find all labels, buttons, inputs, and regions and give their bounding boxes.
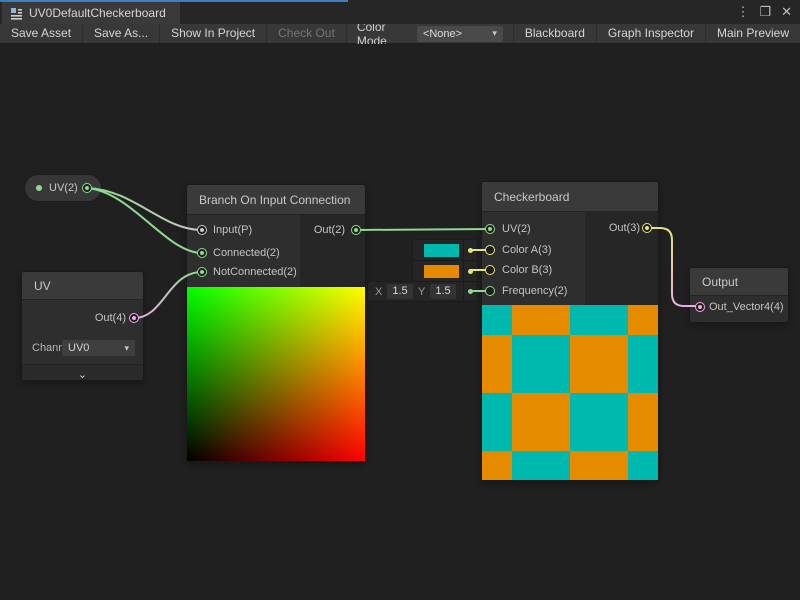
port-branch-connected[interactable] (197, 248, 207, 258)
color-a-field[interactable] (413, 240, 463, 261)
tab-bar: UV0DefaultCheckerboard ⋮ ❐ ✕ (0, 0, 800, 24)
edge-uvpill-to-connected (87, 188, 202, 253)
graph-canvas[interactable]: UV(2) Branch On Input Connection Input(P… (0, 44, 800, 600)
checkerboard-preview (482, 305, 658, 480)
port-label-color-a: Color A(3) (502, 243, 552, 257)
node-title: Output (702, 275, 738, 289)
chevron-down-icon: ▾ (492, 28, 497, 39)
port-uv-out4[interactable] (129, 313, 139, 323)
port-label-frequency: Frequency(2) (502, 284, 567, 298)
blackboard-toggle-button[interactable]: Blackboard (513, 24, 596, 43)
collapse-footer[interactable]: ⌄ (22, 364, 143, 380)
node-title: UV (34, 279, 51, 293)
window-menu-icon[interactable]: ⋮ (736, 0, 749, 24)
port-branch-notconnected[interactable] (197, 267, 207, 277)
node-branch-on-input-connection[interactable]: Branch On Input Connection Input(P) Conn… (187, 185, 365, 461)
port-checkerboard-uv2[interactable] (485, 224, 495, 234)
shadergraph-asset-icon (10, 7, 23, 20)
x-axis-label: X (375, 286, 382, 298)
window-maximize-icon[interactable]: ❐ (759, 0, 771, 24)
check-out-button: Check Out (267, 24, 347, 43)
show-in-project-button[interactable]: Show In Project (160, 24, 267, 43)
y-axis-label: Y (418, 286, 425, 298)
port-label-color-b: Color B(3) (502, 263, 552, 277)
node-title: Branch On Input Connection (199, 193, 350, 207)
node-checkerboard[interactable]: Checkerboard UV(2) Color A(3) Color B(3)… (482, 182, 658, 480)
save-asset-button[interactable]: Save Asset (0, 24, 83, 43)
chevron-down-icon: ⌄ (78, 369, 87, 381)
graph-toolbar: Save Asset Save As... Show In Project Ch… (0, 24, 800, 44)
edge-out2-to-uv2 (356, 229, 490, 230)
node-title-bar[interactable]: Branch On Input Connection (187, 185, 365, 215)
pill-label: UV(2) (49, 175, 78, 201)
node-title-bar[interactable]: UV (22, 272, 143, 300)
port-label-out4: Out(4) (95, 311, 126, 325)
port-checkerboard-color-b[interactable] (485, 265, 495, 275)
port-branch-input-p[interactable] (197, 225, 207, 235)
frequency-stub-port (464, 282, 477, 301)
frequency-y-input[interactable]: 1.5 (430, 284, 456, 299)
tab-uv0defaultcheckerboard[interactable]: UV0DefaultCheckerboard (2, 2, 180, 24)
chevron-down-icon: ▾ (124, 343, 129, 354)
port-branch-out2[interactable] (351, 225, 361, 235)
port-label-out-vector4: Out_Vector4(4) (709, 300, 784, 314)
node-output[interactable]: Output Out_Vector4(4) (690, 268, 788, 322)
node-title-bar[interactable]: Output (690, 268, 788, 296)
color-a-stub-port (464, 240, 477, 261)
port-label-notconnected: NotConnected(2) (213, 265, 297, 279)
color-a-swatch[interactable] (424, 244, 459, 257)
node-title-bar[interactable]: Checkerboard (482, 182, 658, 212)
frequency-field: X 1.5 Y 1.5 (368, 282, 463, 301)
shader-graph-window: UV0DefaultCheckerboard ⋮ ❐ ✕ Save Asset … (0, 0, 800, 600)
edge-uvpill-to-input (87, 188, 202, 230)
preview-dot-icon (36, 185, 42, 191)
color-b-stub-port (464, 261, 477, 282)
port-uvpill-out[interactable] (82, 183, 92, 193)
port-checkerboard-out3[interactable] (642, 223, 652, 233)
color-mode-dropdown[interactable]: <None> ▾ (417, 26, 503, 42)
channel-value: UV0 (68, 342, 124, 354)
node-title: Checkerboard (494, 190, 569, 204)
port-output-out-vector4[interactable] (695, 302, 705, 312)
port-dot-icon (468, 269, 473, 274)
window-close-icon[interactable]: ✕ (781, 0, 792, 24)
save-as-button[interactable]: Save As... (83, 24, 160, 43)
port-checkerboard-color-a[interactable] (485, 245, 495, 255)
color-b-field[interactable] (413, 261, 463, 282)
port-label-connected: Connected(2) (213, 246, 280, 260)
channel-dropdown[interactable]: UV0 ▾ (62, 340, 135, 356)
color-b-swatch[interactable] (424, 265, 459, 278)
port-label-input-p: Input(P) (213, 223, 252, 237)
node-uv[interactable]: UV Out(4) Channe UV0 ▾ ⌄ (22, 272, 143, 380)
port-label-uv2: UV(2) (502, 222, 531, 236)
port-label-out2: Out(2) (314, 223, 345, 237)
port-label-out3: Out(3) (609, 221, 640, 235)
frequency-x-input[interactable]: 1.5 (387, 284, 413, 299)
color-mode-value: <None> (423, 28, 492, 40)
port-checkerboard-frequency[interactable] (485, 286, 495, 296)
tab-title: UV0DefaultCheckerboard (29, 6, 166, 20)
port-dot-icon (468, 289, 473, 294)
port-dot-icon (468, 248, 473, 253)
main-preview-toggle-button[interactable]: Main Preview (705, 24, 800, 43)
uv-gradient-preview (187, 287, 365, 461)
graph-inspector-toggle-button[interactable]: Graph Inspector (596, 24, 705, 43)
